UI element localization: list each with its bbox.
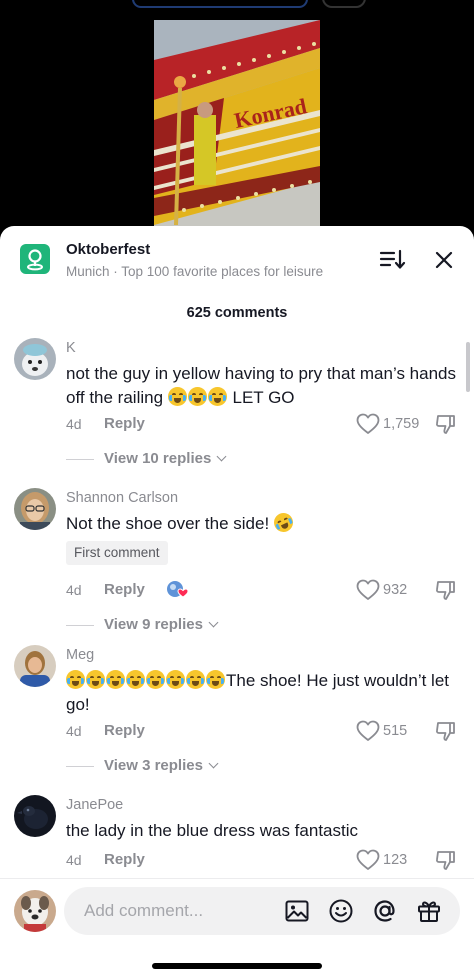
fairground-ride-image: Konrad [154, 20, 320, 230]
creator-liked-icon [166, 580, 190, 600]
comment-text: Not the shoe over the side! [66, 509, 456, 536]
reply-button[interactable]: Reply [104, 851, 145, 868]
avatar[interactable] [14, 795, 56, 837]
like-count: 515 [383, 723, 408, 739]
avatar[interactable] [14, 645, 56, 687]
comment-count: 625 comments [186, 305, 288, 321]
first-comment-badge: First comment [66, 541, 168, 565]
loudly-crying-face-emoji-icon [86, 670, 105, 689]
like-button[interactable]: 1,759 [356, 413, 446, 435]
comment-time: 4d [66, 582, 82, 598]
thumbs-down-icon[interactable] [434, 579, 458, 601]
place-title[interactable]: Oktoberfest [66, 241, 150, 258]
view-replies-label: View 3 replies [104, 757, 219, 774]
gift-icon[interactable] [416, 898, 442, 924]
comment-time: 4d [66, 723, 82, 739]
rolling-on-floor-laughing-emoji-icon [270, 509, 297, 536]
heart-icon [356, 849, 380, 870]
loudly-crying-face-emoji-icon [126, 670, 145, 689]
like-count: 932 [383, 582, 408, 598]
loudly-crying-face-emoji-icon [66, 670, 85, 689]
comment-text: The shoe! He just wouldn’t let go! [66, 670, 450, 714]
comment-input[interactable] [84, 887, 284, 935]
like-button[interactable]: 932 [356, 579, 446, 601]
thumbs-down-icon[interactable] [434, 849, 458, 871]
comment-actions: 4d Reply 123 [66, 849, 460, 871]
comments-sheet: Oktoberfest Munich · Top 100 favorite pl… [0, 226, 474, 977]
top-round-button[interactable] [322, 0, 366, 8]
like-count: 1,759 [383, 416, 420, 432]
loudly-crying-face-emoji-icon [207, 387, 227, 406]
image-icon[interactable] [284, 898, 310, 924]
scrollbar[interactable] [466, 342, 470, 392]
my-avatar[interactable] [14, 890, 56, 932]
reply-button[interactable]: Reply [104, 415, 145, 432]
view-replies-label: View 9 replies [104, 616, 219, 633]
comment-text: the lady in the blue dress was fantastic [66, 821, 358, 840]
video-thumbnail[interactable]: Konrad [154, 20, 320, 230]
loudly-crying-face-emoji-icon [187, 387, 207, 406]
location-pin-icon [20, 244, 50, 274]
loudly-crying-face-emoji-icon [146, 670, 165, 689]
thumbs-down-icon[interactable] [434, 413, 458, 435]
reply-button[interactable]: Reply [104, 722, 145, 739]
loudly-crying-face-emoji-icon [186, 670, 205, 689]
comment-actions: 4d Reply 515 [66, 720, 460, 742]
emoji-icon[interactable] [328, 898, 354, 924]
comment-time: 4d [66, 852, 82, 868]
thumbs-down-icon[interactable] [434, 720, 458, 742]
comment-username[interactable]: Meg [66, 647, 94, 663]
home-indicator[interactable] [152, 963, 322, 969]
chevron-down-icon [208, 758, 219, 769]
loudly-crying-face-emoji-icon [106, 670, 125, 689]
comment-username[interactable]: JanePoe [66, 797, 123, 813]
top-pill-button[interactable] [132, 0, 308, 8]
video-background: Konrad [0, 0, 474, 240]
comment-time: 4d [66, 416, 82, 432]
view-replies-button[interactable]: View 10 replies [66, 449, 266, 469]
chevron-down-icon [217, 451, 227, 462]
view-replies-button[interactable]: View 3 replies [66, 756, 266, 776]
comment-username[interactable]: K [66, 340, 76, 356]
at-mention-icon[interactable] [372, 898, 398, 924]
loudly-crying-face-emoji-icon [166, 670, 185, 689]
sort-icon[interactable] [378, 246, 406, 274]
comment-text: not the guy in yellow having to pry that… [66, 364, 456, 407]
loudly-crying-face-emoji-icon [206, 670, 225, 689]
avatar[interactable] [14, 488, 56, 530]
comment-actions: 4d Reply 932 [66, 579, 460, 601]
comment-actions: 4d Reply 1,759 [66, 413, 460, 435]
heart-icon [356, 413, 380, 434]
close-icon[interactable] [430, 246, 458, 274]
divider [0, 878, 474, 879]
heart-icon [356, 720, 380, 741]
place-subtitle: Munich · Top 100 favorite places for lei… [66, 264, 324, 279]
comment-input-container[interactable] [64, 887, 460, 935]
like-button[interactable]: 123 [356, 849, 446, 871]
view-replies-label: View 10 replies [104, 450, 227, 467]
place-header[interactable]: Oktoberfest Munich · Top 100 favorite pl… [20, 240, 460, 290]
avatar[interactable] [14, 338, 56, 380]
like-button[interactable]: 515 [356, 720, 446, 742]
heart-icon [356, 579, 380, 600]
view-replies-button[interactable]: View 9 replies [66, 615, 266, 635]
comment-username[interactable]: Shannon Carlson [66, 490, 178, 506]
loudly-crying-face-emoji-icon [167, 387, 187, 406]
chevron-down-icon [208, 617, 219, 628]
reply-button[interactable]: Reply [104, 581, 145, 598]
like-count: 123 [383, 852, 408, 868]
